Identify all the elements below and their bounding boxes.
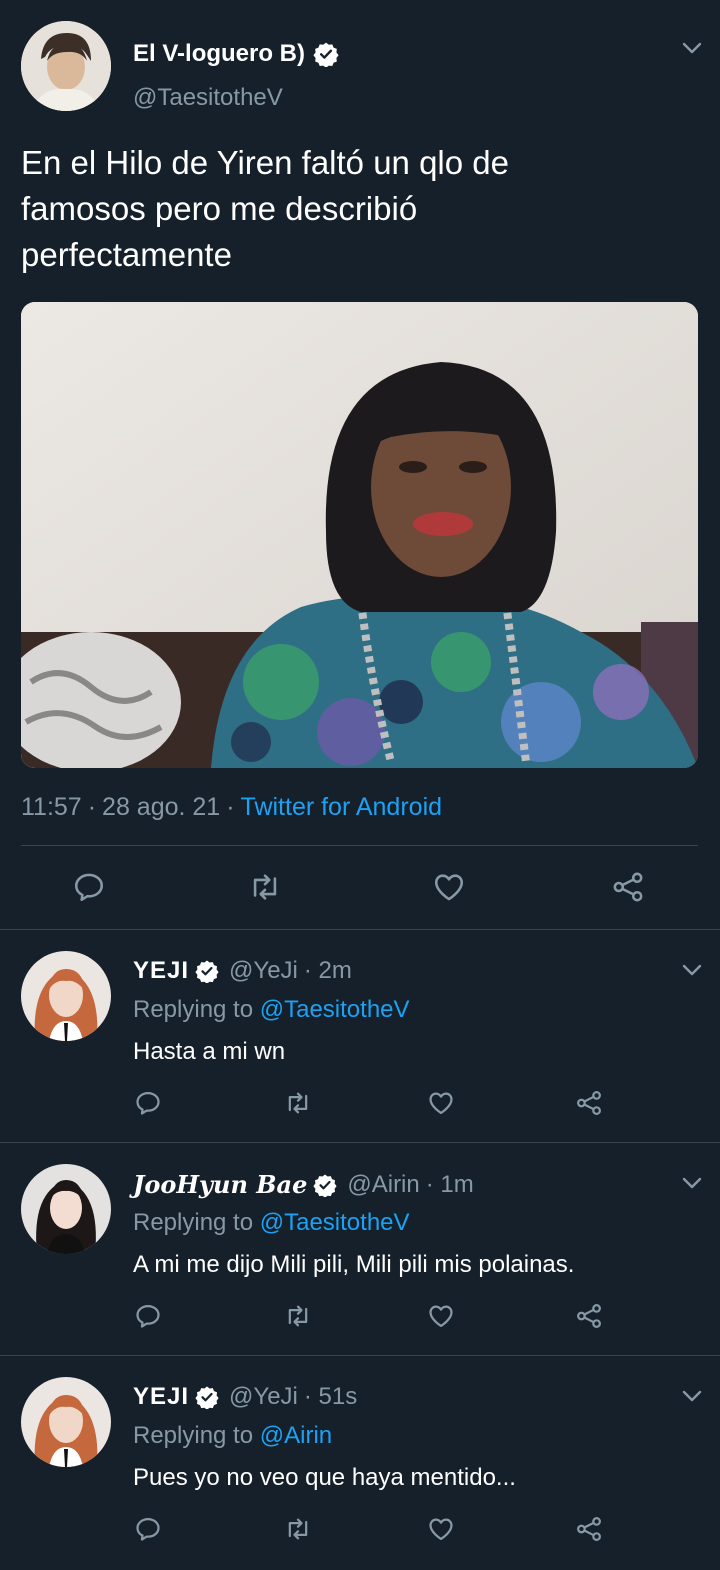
reply-button[interactable] <box>134 1302 162 1330</box>
reply-display-name[interactable]: JooHyun Bae <box>133 1170 307 1199</box>
author-handle[interactable]: @TaesitotheV <box>133 84 283 112</box>
retweet-button[interactable] <box>247 870 283 904</box>
display-name-text: El V-loguero B) <box>133 40 306 67</box>
replying-label: Replying to <box>133 996 254 1023</box>
share-icon <box>610 870 646 904</box>
divider <box>21 845 698 846</box>
reply-text: A mi me dijo Mili pili, Mili pili mis po… <box>133 1251 575 1278</box>
reply-icon <box>72 870 106 904</box>
reply-header: YEJI @YeJi · 51s <box>133 1383 357 1411</box>
reply-handle[interactable]: @Airin <box>347 1171 419 1199</box>
retweet-button[interactable] <box>283 1089 313 1117</box>
replying-to-link[interactable]: @Airin <box>260 1422 332 1449</box>
like-button[interactable] <box>427 1089 455 1117</box>
like-button[interactable] <box>427 1515 455 1543</box>
reply-icon <box>134 1515 162 1543</box>
like-icon <box>427 1089 455 1117</box>
reply-header: YEJI @YeJi · 2m <box>133 957 352 985</box>
retweet-button[interactable] <box>283 1302 313 1330</box>
reply-time: · 1m <box>425 1170 474 1198</box>
retweet-icon <box>283 1302 313 1330</box>
retweet-button[interactable] <box>283 1515 313 1543</box>
divider <box>0 1355 720 1356</box>
reply-display-name[interactable]: YEJI <box>133 957 189 985</box>
avatar[interactable] <box>21 1164 111 1254</box>
like-button[interactable] <box>427 1302 455 1330</box>
retweet-icon <box>247 870 283 904</box>
tweet-photo[interactable] <box>21 302 698 768</box>
reply-handle[interactable]: @YeJi <box>229 1383 298 1411</box>
share-button[interactable] <box>574 1089 604 1117</box>
author-avatar[interactable] <box>21 21 111 111</box>
share-icon <box>574 1302 604 1330</box>
replying-to-link[interactable]: @TaesitotheV <box>260 1209 410 1236</box>
reply-display-name[interactable]: YEJI <box>133 1383 189 1411</box>
avatar[interactable] <box>21 951 111 1041</box>
reply-icon <box>134 1302 162 1330</box>
author-display-name[interactable]: El V-loguero B) <box>133 40 339 68</box>
reply-handle[interactable]: @YeJi <box>229 957 298 985</box>
reply-button[interactable] <box>72 870 106 904</box>
verified-icon <box>313 1173 337 1197</box>
reply-header: JooHyun Bae @Airin · 1m <box>133 1170 474 1199</box>
tweet-text: En el Hilo de Yiren faltó un qlo de famo… <box>21 144 509 273</box>
divider <box>0 1142 720 1143</box>
chevron-down-icon[interactable] <box>680 1384 704 1408</box>
like-icon <box>427 1302 455 1330</box>
share-button[interactable] <box>574 1302 604 1330</box>
verified-icon <box>313 41 339 67</box>
retweet-icon <box>283 1515 313 1543</box>
reply-button[interactable] <box>134 1089 162 1117</box>
tweet-date: 28 ago. 21 <box>102 793 221 821</box>
like-icon <box>432 870 466 904</box>
share-icon <box>574 1515 604 1543</box>
avatar[interactable] <box>21 1377 111 1467</box>
reply-time: · 2m <box>303 957 352 984</box>
reply-text: Hasta a mi wn <box>133 1038 286 1065</box>
share-icon <box>574 1089 604 1117</box>
tweet-time: 11:57 <box>21 793 82 821</box>
chevron-down-icon[interactable] <box>680 36 704 60</box>
reply-text: Pues yo no veo que haya mentido... <box>133 1464 516 1491</box>
replying-label: Replying to <box>133 1209 254 1236</box>
replying-to: Replying to @Airin <box>133 1422 332 1450</box>
replying-to: Replying to @TaesitotheV <box>133 996 410 1024</box>
reply-time: · 51s <box>303 1383 358 1410</box>
chevron-down-icon[interactable] <box>680 1171 704 1195</box>
replying-label: Replying to <box>133 1422 254 1449</box>
chevron-down-icon[interactable] <box>680 958 704 982</box>
replying-to-link[interactable]: @TaesitotheV <box>260 996 410 1023</box>
verified-icon <box>195 1385 219 1409</box>
like-button[interactable] <box>432 870 466 904</box>
like-icon <box>427 1515 455 1543</box>
tweet-meta: 11:57 · 28 ago. 21 · Twitter for Android <box>21 793 443 821</box>
verified-icon <box>195 959 219 983</box>
replying-to: Replying to @TaesitotheV <box>133 1209 410 1237</box>
share-button[interactable] <box>574 1515 604 1543</box>
share-button[interactable] <box>610 870 646 904</box>
reply-button[interactable] <box>134 1515 162 1543</box>
divider <box>0 929 720 930</box>
tweet-source-link[interactable]: Twitter for Android <box>241 793 442 821</box>
reply-icon <box>134 1089 162 1117</box>
retweet-icon <box>283 1089 313 1117</box>
